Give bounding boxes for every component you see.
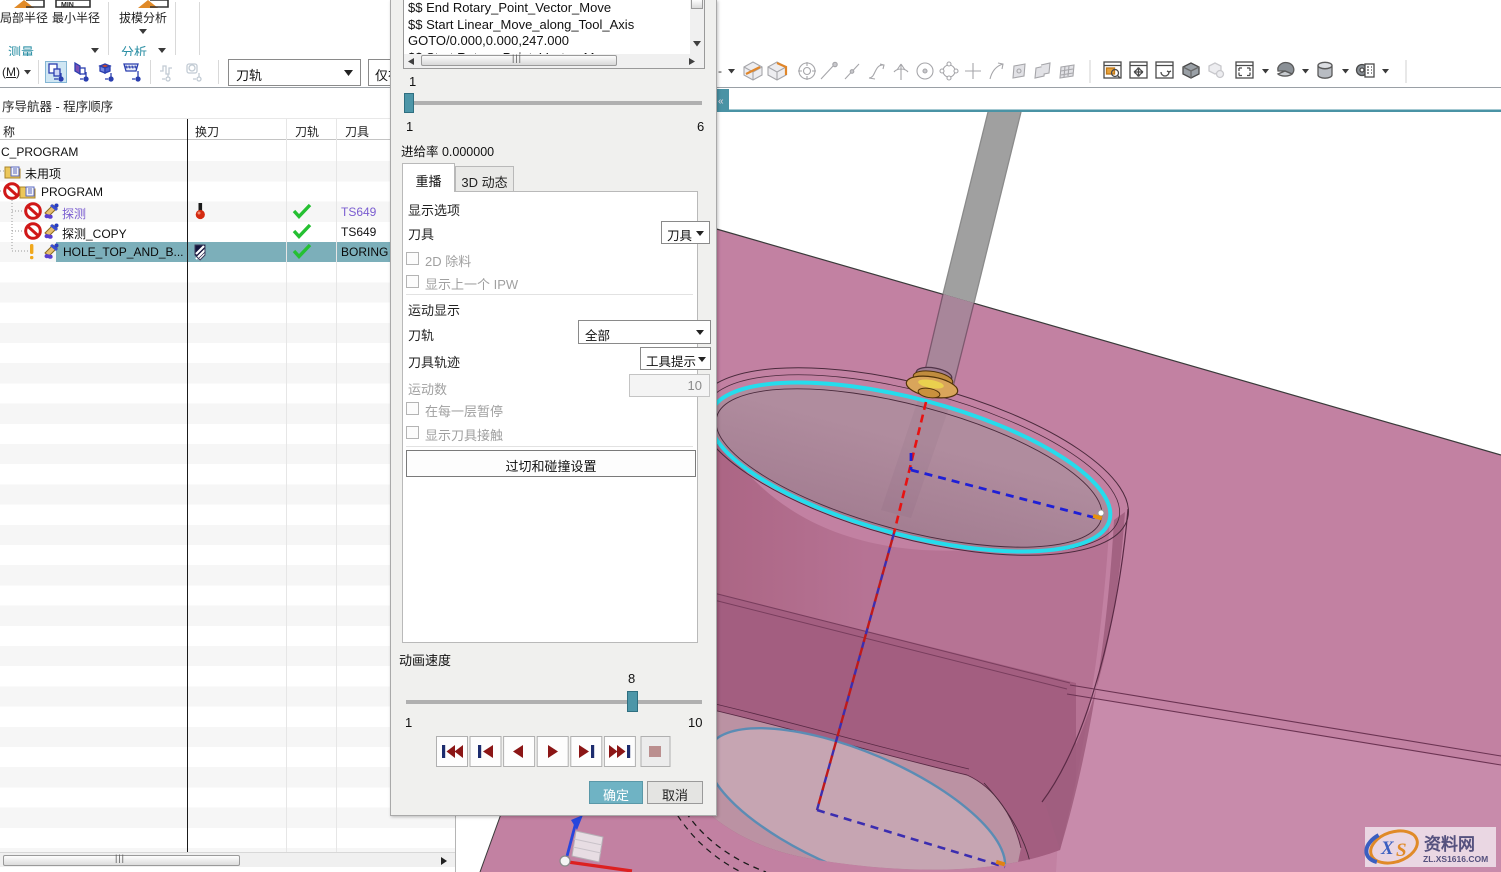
svg-text:-: - bbox=[718, 64, 722, 78]
svg-text:MIN: MIN bbox=[61, 2, 74, 8]
svg-text:资料网: 资料网 bbox=[1424, 834, 1475, 854]
svg-text:X: X bbox=[1380, 838, 1395, 859]
svg-text:S: S bbox=[1396, 840, 1407, 861]
svg-text:ZL.XS1616.COM: ZL.XS1616.COM bbox=[1423, 854, 1488, 864]
svg-text:«: « bbox=[718, 96, 724, 107]
